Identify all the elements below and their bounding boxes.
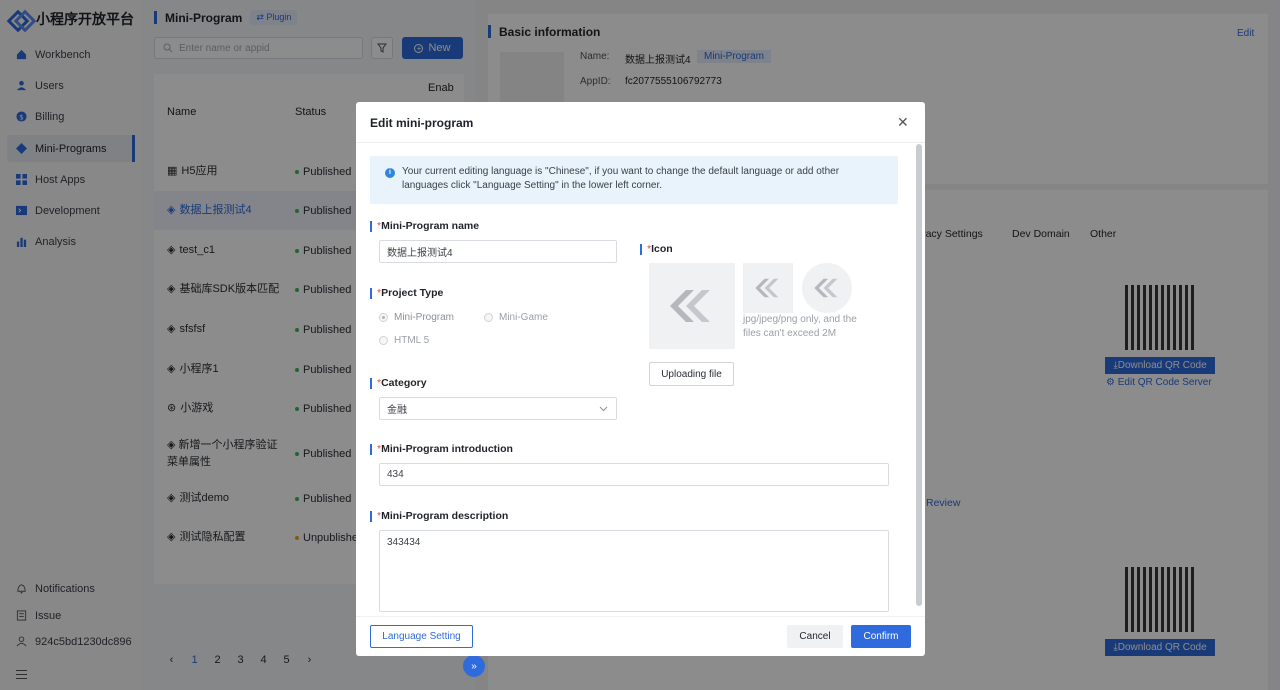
category-label: *Category — [370, 377, 427, 389]
radio-circle — [379, 313, 388, 322]
icon-hint: jpg/jpeg/png only, and the files can't e… — [743, 314, 857, 339]
app-logo-icon — [814, 278, 838, 298]
info-icon: i — [385, 168, 395, 178]
description-label: *Mini-Program description — [370, 510, 508, 522]
radio-circle — [379, 336, 388, 345]
cancel-button[interactable]: Cancel — [787, 625, 843, 648]
radio-mini-program[interactable]: Mini-Program — [379, 312, 454, 323]
edit-mini-program-dialog: Edit mini-program ✕ i Your current editi… — [356, 102, 925, 656]
notice-text: Your current editing language is "Chines… — [402, 166, 840, 191]
icon-label: *Icon — [640, 243, 673, 255]
radio-mini-game[interactable]: Mini-Game — [484, 312, 548, 323]
icon-large-preview — [649, 263, 735, 349]
language-notice: i Your current editing language is "Chin… — [370, 156, 898, 204]
app-logo-icon — [755, 278, 779, 298]
radio-html5[interactable]: HTML 5 — [379, 335, 429, 346]
category-value: 金融 — [387, 405, 407, 416]
scrollbar-thumb[interactable] — [916, 144, 922, 606]
collapse-panel-button[interactable]: » — [463, 655, 485, 677]
divider — [356, 142, 925, 143]
divider — [356, 616, 925, 617]
radio-circle — [484, 313, 493, 322]
description-textarea[interactable]: 343434 — [379, 530, 889, 612]
icon-round-preview — [802, 263, 852, 313]
app-logo-icon — [670, 290, 710, 322]
upload-file-button[interactable]: Uploading file — [649, 362, 734, 386]
introduction-input[interactable]: 434 — [379, 463, 889, 486]
project-type-label: *Project Type — [370, 287, 443, 299]
mini-program-name-input[interactable]: 数据上报测试4 — [379, 240, 617, 263]
icon-medium-preview — [743, 263, 793, 313]
confirm-button[interactable]: Confirm — [851, 625, 911, 648]
dialog-title: Edit mini-program — [370, 116, 474, 130]
category-select[interactable]: 金融 — [379, 397, 617, 420]
name-field-label: *Mini-Program name — [370, 220, 479, 232]
dialog-scrollbar[interactable] — [915, 144, 923, 614]
close-icon[interactable]: ✕ — [897, 114, 909, 131]
chevron-down-icon — [599, 406, 608, 411]
language-setting-button[interactable]: Language Setting — [370, 625, 473, 648]
introduction-label: *Mini-Program introduction — [370, 443, 513, 455]
